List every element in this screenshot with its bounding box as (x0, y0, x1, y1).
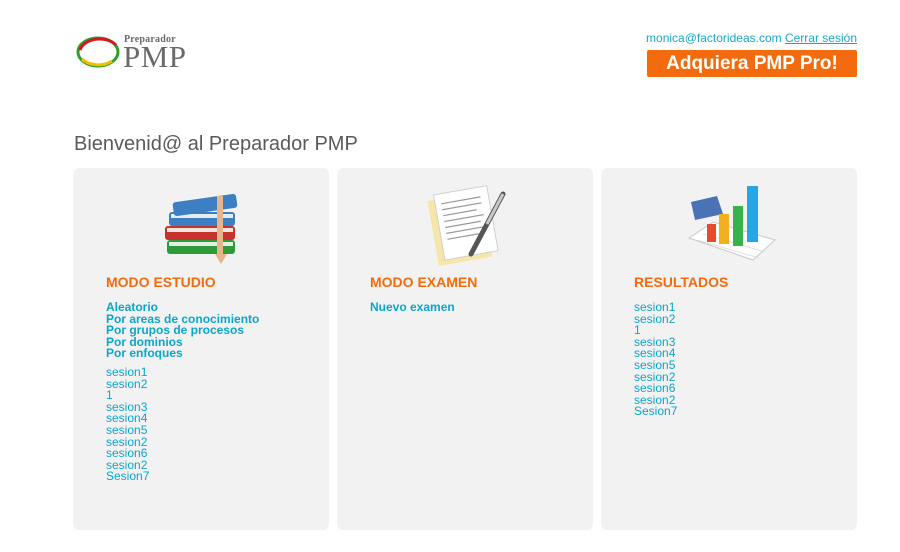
user-email: monica@factorideas.com (646, 31, 782, 45)
page-title: Bienvenid@ al Preparador PMP (74, 133, 358, 155)
exam-links: Nuevo examen (370, 301, 455, 314)
buy-pro-button[interactable]: Adquiera PMP Pro! (647, 50, 857, 77)
user-info: monica@factorideas.com Cerrar sesión (646, 31, 857, 45)
logout-link[interactable]: Cerrar sesión (785, 31, 857, 45)
bar-chart-icon (687, 186, 776, 261)
new-exam-link[interactable]: Nuevo examen (370, 301, 455, 314)
books-icon (165, 194, 238, 264)
study-session-link[interactable]: sesion2 (106, 378, 259, 391)
study-option-enfoques[interactable]: Por enfoques (106, 348, 259, 360)
study-links: Aleatorio Por areas de conocimiento Por … (106, 301, 259, 483)
study-session-link[interactable]: Sesion7 (106, 471, 259, 483)
logo: Preparador PMP (76, 33, 201, 73)
result-session-link[interactable]: Sesion7 (634, 406, 677, 418)
results-links: sesion1 sesion2 1 sesion3 sesion4 sesion… (634, 301, 677, 418)
results-panel: RESULTADOS sesion1 sesion2 1 sesion3 ses… (601, 168, 857, 530)
study-panel: MODO ESTUDIO Aleatorio Por areas de cono… (73, 168, 329, 530)
logo-ring-icon (76, 36, 120, 68)
exam-title: MODO EXAMEN (370, 274, 478, 290)
results-title: RESULTADOS (634, 274, 729, 290)
exam-panel: MODO EXAMEN Nuevo examen (337, 168, 593, 530)
logo-title: PMP (123, 39, 187, 74)
document-pen-icon (427, 185, 506, 267)
study-title: MODO ESTUDIO (106, 274, 216, 290)
